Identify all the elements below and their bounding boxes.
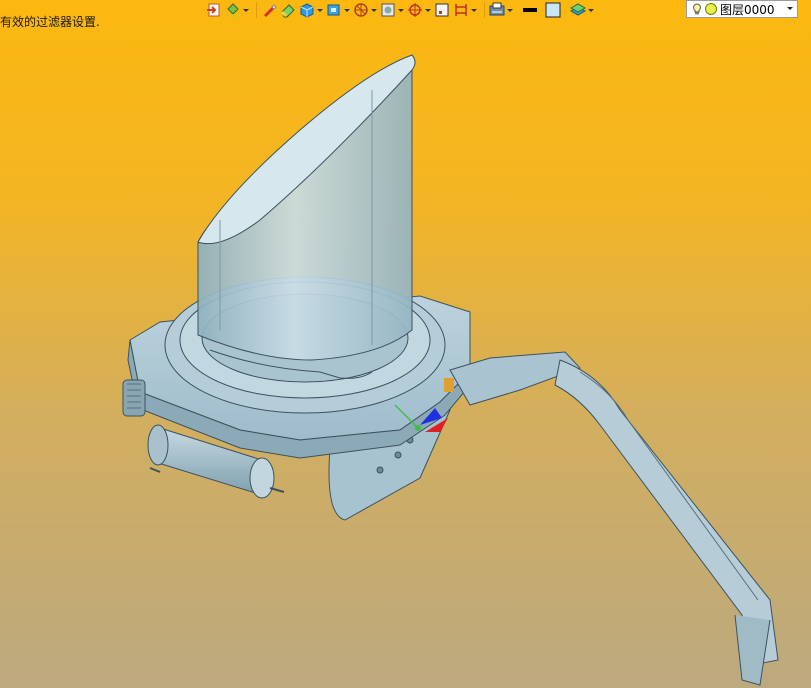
cylinder <box>197 54 416 361</box>
side-motor <box>122 379 146 417</box>
cad-model[interactable] <box>0 0 811 688</box>
conveyor-arm <box>449 351 779 686</box>
3d-viewport[interactable]: 有效的过滤器设置. 图层0000 <box>0 0 811 688</box>
